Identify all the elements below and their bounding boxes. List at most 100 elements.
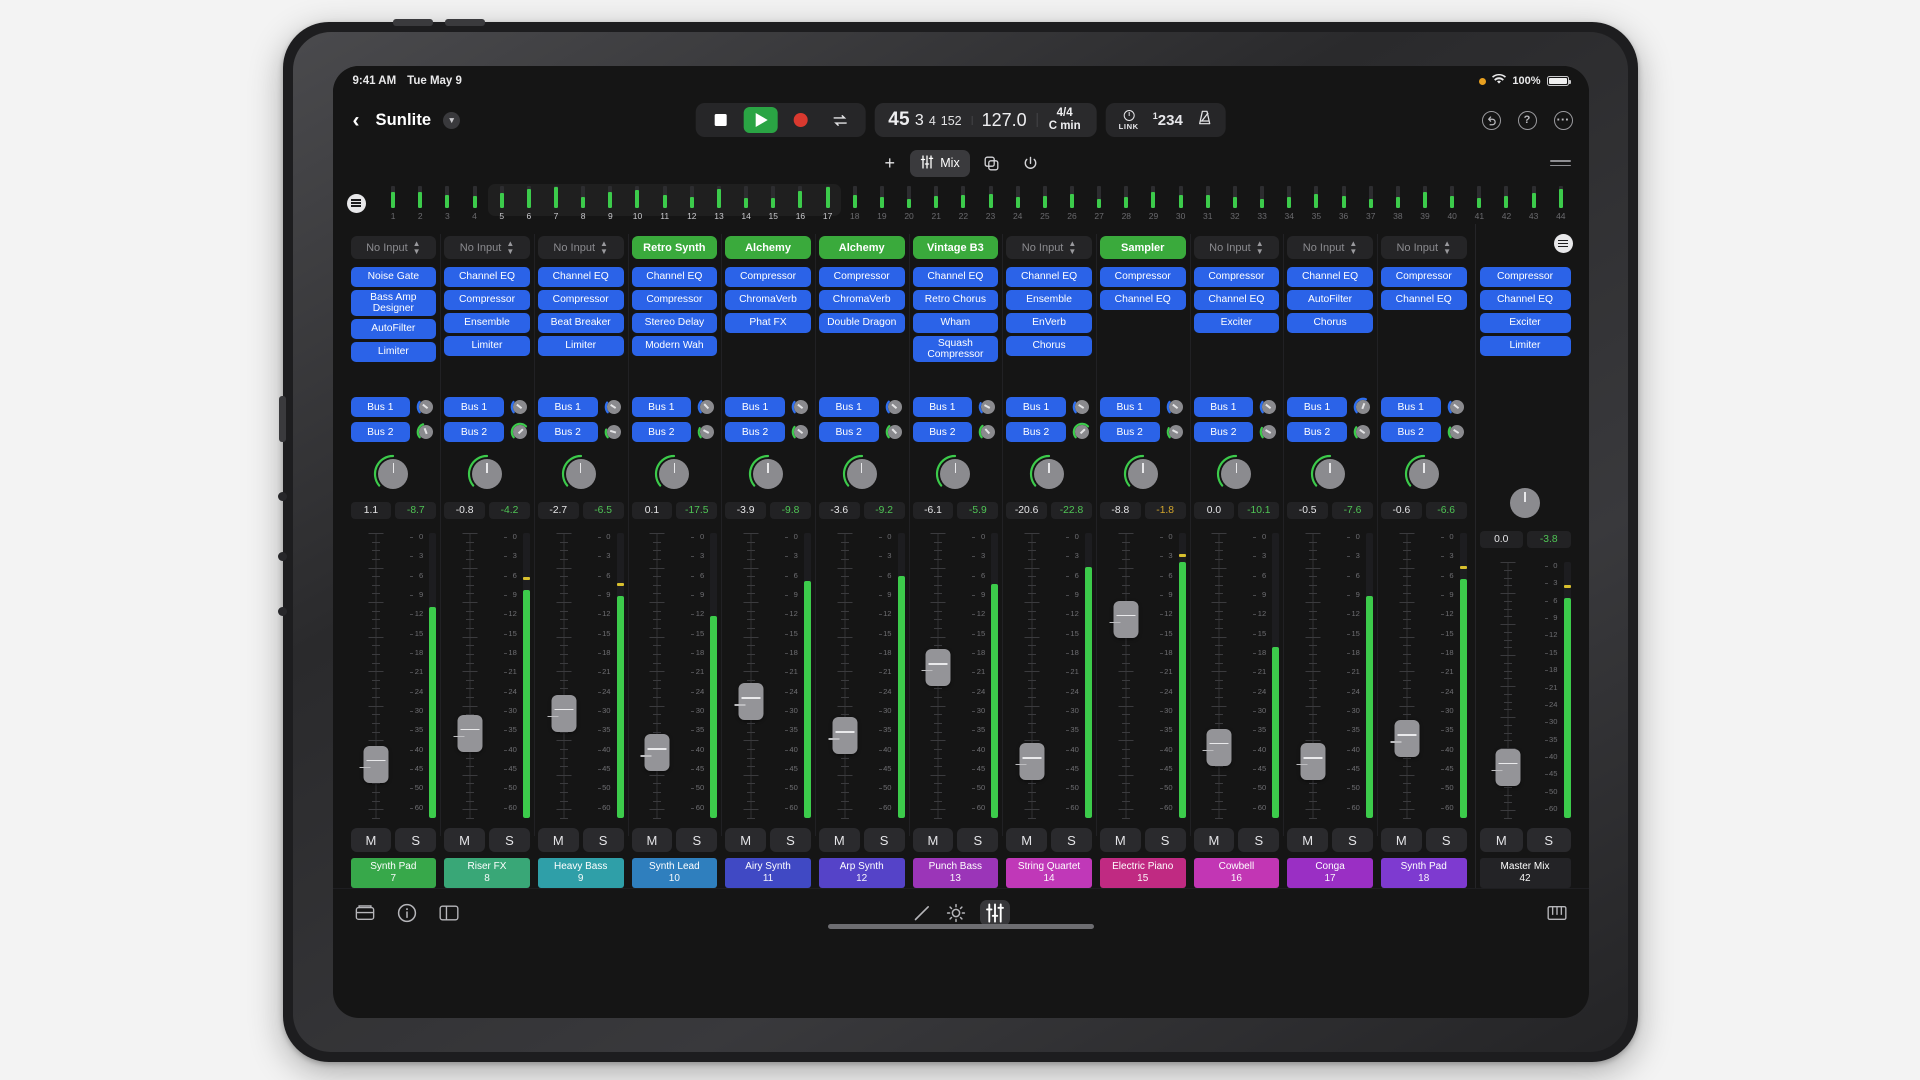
input-selector[interactable]: No Input▲▼ [538, 236, 624, 259]
track-name-bar[interactable]: Riser FX8 [444, 858, 530, 888]
send-level-knob[interactable] [1072, 422, 1092, 442]
plugin-slot[interactable]: Bass Amp Designer [351, 290, 437, 316]
mute-button[interactable]: M [1100, 828, 1141, 852]
send-destination-button[interactable]: Bus 1 [351, 397, 411, 417]
volume-fader[interactable] [1100, 533, 1152, 818]
pan-knob[interactable] [466, 453, 508, 495]
send-destination-button[interactable]: Bus 1 [538, 397, 598, 417]
ruler-bar[interactable]: 33 [1249, 186, 1276, 221]
volume-down-button[interactable] [445, 19, 485, 26]
solo-button[interactable]: S [770, 828, 811, 852]
pan-knob[interactable] [1215, 453, 1257, 495]
keyboard-icon[interactable] [1547, 903, 1567, 923]
input-selector[interactable]: No Input▲▼ [1287, 236, 1373, 259]
more-options-icon[interactable]: ··· [1554, 111, 1573, 130]
plugin-slot[interactable]: ChromaVerb [819, 290, 905, 310]
chevron-down-icon[interactable]: ▼ [443, 112, 460, 129]
ruler-bar[interactable]: 19 [868, 186, 895, 221]
input-selector[interactable]: Retro Synth [632, 236, 718, 259]
send-level-knob[interactable] [510, 397, 530, 417]
ruler-bar[interactable]: 23 [977, 186, 1004, 221]
input-selector[interactable]: Sampler [1100, 236, 1186, 259]
solo-button[interactable]: S [1527, 828, 1571, 852]
plugin-slot[interactable]: Beat Breaker [538, 313, 624, 333]
plugin-slot[interactable]: Compressor [1381, 267, 1467, 287]
pan-knob[interactable] [934, 453, 976, 495]
fader-handle[interactable] [458, 715, 483, 752]
ruler-bar[interactable]: 17 [814, 186, 841, 221]
track-name-bar[interactable]: Heavy Bass9 [538, 858, 624, 888]
ruler-bar[interactable]: 35 [1303, 186, 1330, 221]
ruler-bar[interactable]: 22 [950, 186, 977, 221]
undo-icon[interactable] [1482, 111, 1501, 130]
solo-button[interactable]: S [1426, 828, 1467, 852]
plugin-slot[interactable]: Compressor [819, 267, 905, 287]
volume-value[interactable]: -3.8 [1527, 531, 1571, 548]
track-name-bar[interactable]: Arp Synth12 [819, 858, 905, 888]
ruler-bar[interactable]: 38 [1384, 186, 1411, 221]
send-level-knob[interactable] [1447, 422, 1467, 442]
send-destination-button[interactable]: Bus 2 [1006, 422, 1066, 442]
volume-value[interactable]: -5.9 [957, 502, 998, 519]
volume-up-button[interactable] [393, 19, 433, 26]
solo-button[interactable]: S [395, 828, 436, 852]
volume-fader[interactable] [1480, 562, 1537, 818]
input-selector[interactable]: No Input▲▼ [1194, 236, 1280, 259]
volume-value[interactable]: -8.7 [395, 502, 436, 519]
ruler-bar[interactable]: 32 [1221, 186, 1248, 221]
pan-knob[interactable] [841, 453, 883, 495]
send-destination-button[interactable]: Bus 1 [1194, 397, 1254, 417]
plugin-slot[interactable]: AutoFilter [1287, 290, 1373, 310]
send-destination-button[interactable]: Bus 1 [1381, 397, 1441, 417]
pan-value[interactable]: -3.9 [725, 502, 766, 519]
send-level-knob[interactable] [510, 422, 530, 442]
send-level-knob[interactable] [1447, 397, 1467, 417]
track-name-bar[interactable]: Synth Lead10 [632, 858, 718, 888]
volume-value[interactable]: -17.5 [676, 502, 717, 519]
send-level-knob[interactable] [885, 397, 905, 417]
pan-knob[interactable] [1122, 453, 1164, 495]
input-selector[interactable]: No Input▲▼ [351, 236, 437, 259]
power-button[interactable] [279, 396, 286, 442]
ruler-bar[interactable]: 30 [1167, 186, 1194, 221]
plugin-slot[interactable]: Wham [913, 313, 999, 333]
send-destination-button[interactable]: Bus 2 [538, 422, 598, 442]
ruler-bar[interactable]: 9 [597, 186, 624, 221]
fader-handle[interactable] [1113, 601, 1138, 638]
send-level-knob[interactable] [791, 397, 811, 417]
solo-button[interactable]: S [1051, 828, 1092, 852]
fader-handle[interactable] [1301, 743, 1326, 780]
link-button[interactable]: LINK [1119, 110, 1139, 131]
mute-button[interactable]: M [1381, 828, 1422, 852]
track-name-bar[interactable]: Synth Pad18 [1381, 858, 1467, 888]
pan-knob[interactable] [653, 453, 695, 495]
plugin-slot[interactable]: ChromaVerb [725, 290, 811, 310]
fader-handle[interactable] [645, 734, 670, 771]
pencil-icon[interactable] [912, 903, 932, 923]
send-level-knob[interactable] [697, 397, 717, 417]
fader-handle[interactable] [832, 717, 857, 754]
ruler-bar[interactable]: 18 [841, 186, 868, 221]
send-level-knob[interactable] [1072, 397, 1092, 417]
input-selector[interactable]: Vintage B3 [913, 236, 999, 259]
send-destination-button[interactable]: Bus 1 [1287, 397, 1347, 417]
volume-fader[interactable] [1194, 533, 1246, 818]
power-icon[interactable] [1013, 150, 1048, 177]
plugin-slot[interactable]: Channel EQ [1194, 290, 1280, 310]
volume-value[interactable]: -9.8 [770, 502, 811, 519]
ruler-bar[interactable]: 31 [1194, 186, 1221, 221]
pan-knob[interactable] [1028, 453, 1070, 495]
ruler-bar[interactable]: 12 [678, 186, 705, 221]
pan-value[interactable]: 0.0 [1480, 531, 1524, 548]
ruler-bar[interactable]: 28 [1113, 186, 1140, 221]
send-destination-button[interactable]: Bus 2 [351, 422, 411, 442]
mute-button[interactable]: M [819, 828, 860, 852]
solo-button[interactable]: S [864, 828, 905, 852]
input-selector[interactable]: No Input▲▼ [444, 236, 530, 259]
mute-button[interactable]: M [1287, 828, 1328, 852]
solo-button[interactable]: S [1238, 828, 1279, 852]
pan-knob[interactable] [1309, 453, 1351, 495]
volume-value[interactable]: -4.2 [489, 502, 530, 519]
plugin-slot[interactable]: Modern Wah [632, 336, 718, 356]
fader-handle[interactable] [739, 683, 764, 720]
